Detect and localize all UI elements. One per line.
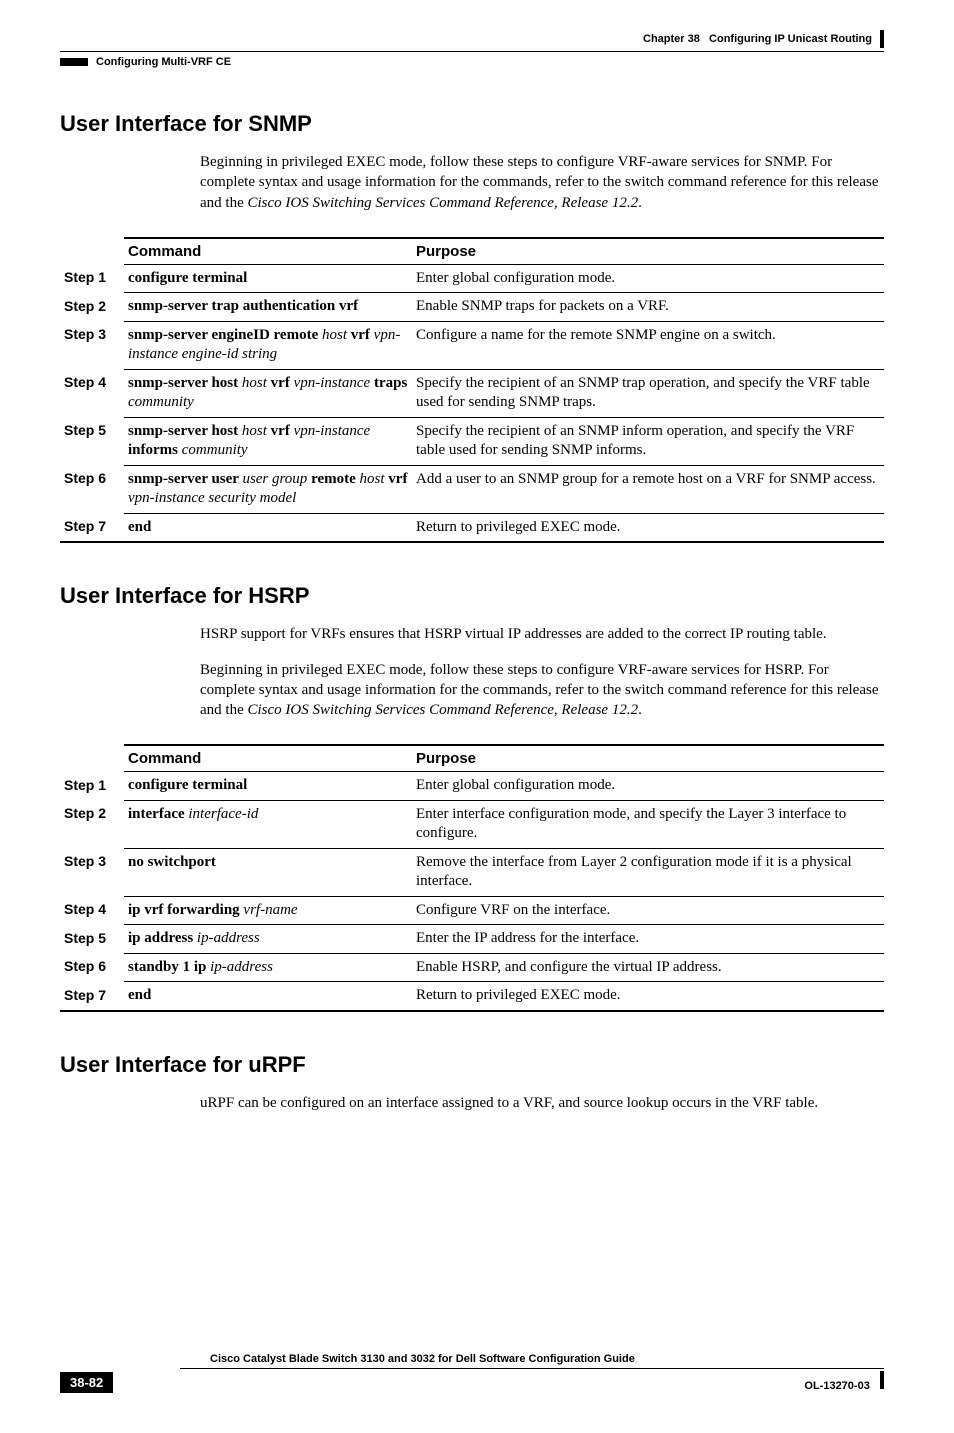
- purpose-cell: Specify the recipient of an SNMP trap op…: [412, 369, 884, 417]
- table-row: Step 6snmp-server user user group remote…: [60, 465, 884, 513]
- step-label: Step 6: [60, 465, 124, 513]
- command-cell: configure terminal: [124, 264, 412, 293]
- section-heading-snmp: User Interface for SNMP: [60, 111, 884, 137]
- step-label: Step 3: [60, 321, 124, 369]
- purpose-cell: Return to privileged EXEC mode.: [412, 513, 884, 542]
- purpose-cell: Enable SNMP traps for packets on a VRF.: [412, 293, 884, 322]
- chapter-title: Configuring IP Unicast Routing: [709, 33, 872, 45]
- purpose-cell: Add a user to an SNMP group for a remote…: [412, 465, 884, 513]
- step-label: Step 6: [60, 953, 124, 982]
- step-label: Step 7: [60, 982, 124, 1011]
- command-cell: interface interface-id: [124, 800, 412, 848]
- purpose-cell: Configure VRF on the interface.: [412, 896, 884, 925]
- page-number: 38-82: [60, 1372, 113, 1393]
- command-cell: ip address ip-address: [124, 925, 412, 954]
- table-row: Step 5ip address ip-addressEnter the IP …: [60, 925, 884, 954]
- purpose-cell: Remove the interface from Layer 2 config…: [412, 848, 884, 896]
- step-label: Step 5: [60, 417, 124, 465]
- step-label: Step 1: [60, 264, 124, 293]
- step-label: Step 2: [60, 293, 124, 322]
- hsrp-steps-table: Command Purpose Step 1configure terminal…: [60, 744, 884, 1012]
- command-cell: standby 1 ip ip-address: [124, 953, 412, 982]
- table-row: Step 1configure terminalEnter global con…: [60, 264, 884, 293]
- purpose-cell: Enable HSRP, and configure the virtual I…: [412, 953, 884, 982]
- purpose-cell: Enter interface configuration mode, and …: [412, 800, 884, 848]
- table-row: Step 4snmp-server host host vrf vpn-inst…: [60, 369, 884, 417]
- command-cell: end: [124, 982, 412, 1011]
- step-label: Step 2: [60, 800, 124, 848]
- purpose-cell: Enter the IP address for the interface.: [412, 925, 884, 954]
- step-label: Step 7: [60, 513, 124, 542]
- snmp-intro: Beginning in privileged EXEC mode, follo…: [200, 152, 884, 213]
- command-cell: snmp-server trap authentication vrf: [124, 293, 412, 322]
- col-purpose: Purpose: [412, 745, 884, 772]
- command-cell: no switchport: [124, 848, 412, 896]
- command-cell: snmp-server host host vrf vpn-instance t…: [124, 369, 412, 417]
- table-row: Step 3no switchportRemove the interface …: [60, 848, 884, 896]
- section-heading-urpf: User Interface for uRPF: [60, 1052, 884, 1078]
- table-row: Step 2snmp-server trap authentication vr…: [60, 293, 884, 322]
- page-footer: Cisco Catalyst Blade Switch 3130 and 303…: [60, 1353, 884, 1393]
- table-row: Step 7endReturn to privileged EXEC mode.: [60, 513, 884, 542]
- footer-marker-icon: [880, 1371, 884, 1389]
- table-row: Step 1configure terminalEnter global con…: [60, 772, 884, 801]
- table-row: Step 2interface interface-idEnter interf…: [60, 800, 884, 848]
- table-row: Step 5snmp-server host host vrf vpn-inst…: [60, 417, 884, 465]
- command-cell: end: [124, 513, 412, 542]
- table-row: Step 7endReturn to privileged EXEC mode.: [60, 982, 884, 1011]
- hsrp-intro-1: HSRP support for VRFs ensures that HSRP …: [200, 624, 884, 644]
- step-label: Step 5: [60, 925, 124, 954]
- chapter-number: Chapter 38: [643, 33, 700, 45]
- table-row: Step 3snmp-server engineID remote host v…: [60, 321, 884, 369]
- command-cell: snmp-server host host vrf vpn-instance i…: [124, 417, 412, 465]
- command-cell: ip vrf forwarding vrf-name: [124, 896, 412, 925]
- purpose-cell: Return to privileged EXEC mode.: [412, 982, 884, 1011]
- header-marker-icon: [880, 30, 884, 48]
- urpf-intro: uRPF can be configured on an interface a…: [200, 1093, 884, 1113]
- section-heading-hsrp: User Interface for HSRP: [60, 583, 884, 609]
- command-cell: snmp-server engineID remote host vrf vpn…: [124, 321, 412, 369]
- col-command: Command: [124, 745, 412, 772]
- command-cell: configure terminal: [124, 772, 412, 801]
- purpose-cell: Configure a name for the remote SNMP eng…: [412, 321, 884, 369]
- snmp-steps-table: Command Purpose Step 1configure terminal…: [60, 237, 884, 544]
- section-breadcrumb: Configuring Multi-VRF CE: [96, 56, 231, 68]
- purpose-cell: Enter global configuration mode.: [412, 772, 884, 801]
- table-row: Step 6standby 1 ip ip-addressEnable HSRP…: [60, 953, 884, 982]
- footer-doc-title: Cisco Catalyst Blade Switch 3130 and 303…: [180, 1353, 884, 1369]
- purpose-cell: Specify the recipient of an SNMP inform …: [412, 417, 884, 465]
- running-header: Chapter 38 Configuring IP Unicast Routin…: [60, 30, 884, 71]
- step-label: Step 4: [60, 369, 124, 417]
- purpose-cell: Enter global configuration mode.: [412, 264, 884, 293]
- step-label: Step 4: [60, 896, 124, 925]
- step-label: Step 1: [60, 772, 124, 801]
- command-cell: snmp-server user user group remote host …: [124, 465, 412, 513]
- col-command: Command: [124, 238, 412, 265]
- table-row: Step 4ip vrf forwarding vrf-nameConfigur…: [60, 896, 884, 925]
- col-purpose: Purpose: [412, 238, 884, 265]
- step-label: Step 3: [60, 848, 124, 896]
- hsrp-intro-2: Beginning in privileged EXEC mode, follo…: [200, 660, 884, 721]
- doc-id: OL-13270-03: [804, 1380, 869, 1392]
- header-marker-icon: [60, 58, 88, 66]
